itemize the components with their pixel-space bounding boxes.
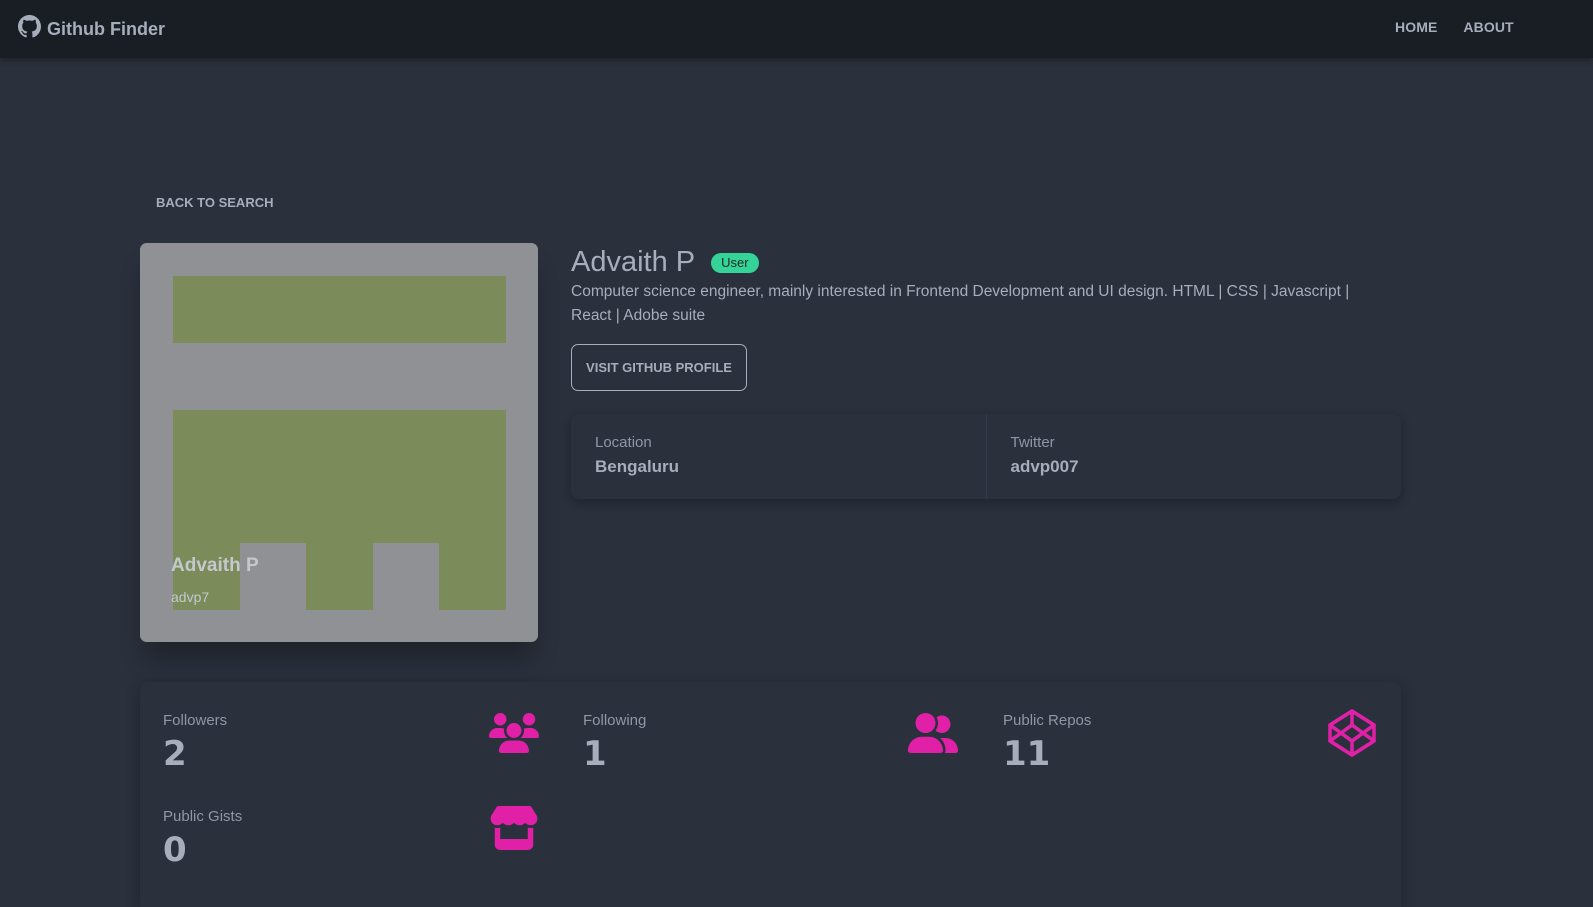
user-type-badge: User: [711, 252, 759, 273]
location-value: Bengaluru: [595, 457, 680, 476]
count-stats: Followers 2 Following 1 Public Repos 11 …: [140, 682, 1401, 907]
avatar-card: Advaith P advp7: [140, 243, 538, 642]
github-icon: [18, 15, 41, 43]
followers-stat: Followers 2: [140, 682, 540, 774]
twitter-value[interactable]: advp007: [1011, 457, 1378, 477]
followers-label: Followers: [163, 712, 228, 729]
location-stat: Location Bengaluru: [571, 414, 986, 499]
info-stats: Location Bengaluru Twitter advp007: [571, 414, 1401, 499]
navbar: Github Finder HOME ABOUT: [0, 0, 1593, 58]
twitter-stat: Twitter advp007: [985, 414, 1402, 499]
nav-about-link[interactable]: ABOUT: [1450, 19, 1526, 35]
back-to-search-button[interactable]: BACK TO SEARCH: [156, 195, 274, 210]
avatar-name: Advaith P: [171, 555, 259, 576]
location-label: Location: [595, 434, 652, 451]
codepen-icon: [1327, 708, 1377, 758]
public-repos-stat: Public Repos 11: [980, 682, 1380, 774]
following-stat: Following 1: [560, 682, 960, 774]
profile-header: Advaith P User: [571, 246, 759, 279]
public-repos-value: 11: [1003, 734, 1051, 774]
profile-name: Advaith P: [571, 246, 696, 278]
nav-links: HOME ABOUT: [1380, 19, 1527, 35]
avatar-identicon: [140, 243, 538, 642]
store-icon: [489, 806, 539, 850]
users-icon: [489, 712, 539, 754]
visit-github-profile-button[interactable]: VISIT GITHUB PROFILE: [571, 344, 747, 391]
following-label: Following: [583, 712, 647, 729]
brand[interactable]: Github Finder: [18, 15, 165, 43]
public-gists-label: Public Gists: [163, 808, 243, 825]
nav-home-link[interactable]: HOME: [1380, 19, 1450, 35]
avatar-login: advp7: [171, 589, 210, 605]
public-gists-stat: Public Gists 0: [140, 778, 540, 870]
brand-title: Github Finder: [47, 18, 165, 39]
user-friends-icon: [908, 712, 958, 754]
following-value: 1: [583, 734, 607, 774]
followers-value: 2: [163, 734, 187, 774]
public-gists-value: 0: [163, 830, 187, 870]
twitter-label: Twitter: [1010, 434, 1055, 451]
public-repos-label: Public Repos: [1003, 712, 1092, 729]
profile-bio: Computer science engineer, mainly intere…: [571, 283, 1350, 324]
